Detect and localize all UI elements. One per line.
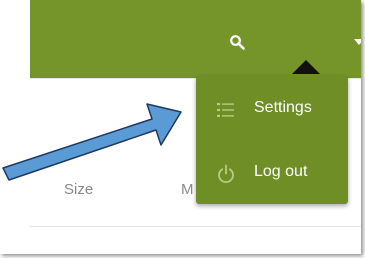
row-divider — [30, 226, 361, 227]
user-dropdown-menu: Settings Log out — [196, 76, 348, 204]
menu-item-log-out[interactable]: Log out — [196, 152, 348, 196]
chevron-down-icon[interactable] — [353, 38, 361, 46]
power-icon — [218, 164, 234, 183]
menu-item-settings[interactable]: Settings — [196, 88, 348, 132]
column-header-size[interactable]: Size — [64, 181, 93, 198]
list-icon — [217, 103, 234, 117]
search-icon[interactable] — [229, 34, 245, 50]
column-header-m[interactable]: M — [181, 181, 194, 198]
menu-item-label: Settings — [254, 99, 312, 116]
menu-item-label: Log out — [254, 163, 308, 180]
menu-pointer — [292, 60, 320, 74]
